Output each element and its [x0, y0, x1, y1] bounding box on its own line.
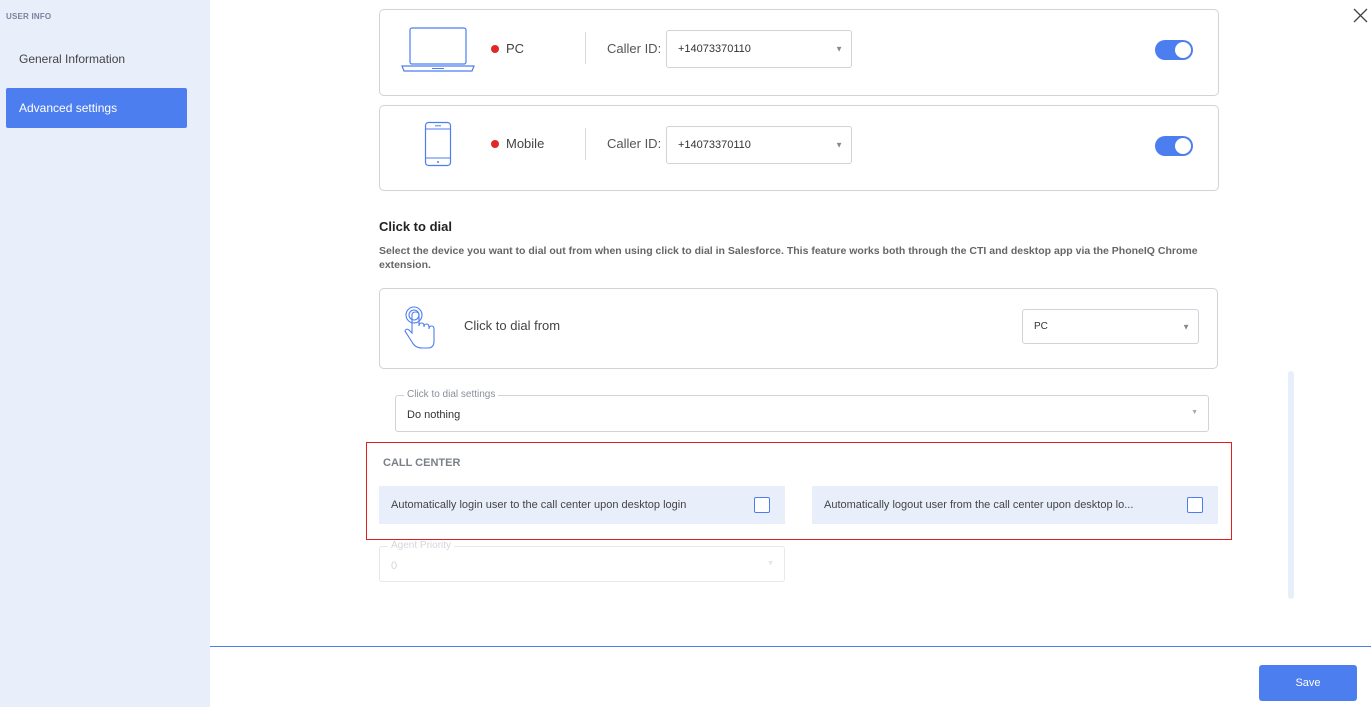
click-to-dial-settings-select[interactable]: Click to dial settings Do nothing ▼ — [395, 389, 1209, 432]
agent-priority-legend: Agent Priority — [388, 540, 455, 551]
auto-login-option[interactable]: Automatically login user to the call cen… — [379, 486, 785, 524]
device-label-pc: PC — [491, 41, 524, 56]
sidebar-item-advanced-settings[interactable]: Advanced settings — [6, 88, 187, 128]
auto-logout-label: Automatically logout user from the call … — [824, 499, 1134, 511]
sidebar: USER INFO General Information Advanced s… — [0, 0, 210, 707]
device-card-pc: PC Caller ID: +14073370110 ▼ — [379, 9, 1219, 96]
click-to-dial-from-select[interactable]: PC ▼ — [1022, 309, 1199, 344]
caret-down-icon: ▼ — [835, 140, 843, 150]
click-to-dial-settings-legend: Click to dial settings — [404, 389, 499, 400]
caret-down-icon: ▼ — [1191, 409, 1198, 416]
tap-finger-icon — [402, 305, 438, 356]
caret-down-icon: ▼ — [835, 44, 843, 54]
click-to-dial-from-label: Click to dial from — [464, 318, 561, 333]
device-name: PC — [506, 41, 525, 56]
call-center-title: CALL CENTER — [383, 457, 461, 469]
scrollbar[interactable] — [1288, 371, 1294, 599]
caller-id-select-pc[interactable]: +14073370110 ▼ — [666, 30, 852, 68]
caret-down-icon: ▼ — [767, 560, 774, 567]
status-dot — [491, 44, 499, 53]
mobile-phone-icon — [424, 121, 452, 172]
click-to-dial-from-value: PC — [1034, 321, 1048, 332]
laptop-icon — [400, 26, 476, 79]
mobile-enable-toggle[interactable] — [1155, 136, 1193, 156]
device-card-mobile: Mobile Caller ID: +14073370110 ▼ — [379, 105, 1219, 191]
save-button[interactable]: Save — [1259, 665, 1357, 701]
divider — [585, 32, 586, 64]
agent-priority-value: 0 — [391, 560, 398, 572]
caller-id-label: Caller ID: — [607, 41, 662, 56]
click-to-dial-card: Click to dial from PC ▼ — [379, 288, 1218, 369]
caller-id-select-mobile[interactable]: +14073370110 ▼ — [666, 126, 852, 164]
auto-login-checkbox[interactable] — [754, 497, 770, 513]
footer-divider — [210, 646, 1371, 647]
close-icon[interactable] — [1351, 6, 1371, 26]
toggle-knob — [1175, 138, 1191, 154]
sidebar-item-general-information[interactable]: General Information — [6, 39, 187, 79]
agent-priority-select: Agent Priority 0 ▼ — [379, 540, 785, 582]
caller-id-label: Caller ID: — [607, 136, 662, 151]
caller-id-value: +14073370110 — [678, 139, 751, 151]
caret-down-icon: ▼ — [1182, 322, 1190, 331]
pc-enable-toggle[interactable] — [1155, 40, 1193, 60]
sidebar-title: USER INFO — [6, 12, 52, 21]
caller-id-value: +14073370110 — [678, 43, 751, 55]
auto-logout-option[interactable]: Automatically logout user from the call … — [812, 486, 1218, 524]
divider — [585, 128, 586, 160]
toggle-knob — [1175, 42, 1191, 58]
click-to-dial-settings-value: Do nothing — [407, 409, 461, 421]
status-dot — [491, 139, 499, 148]
auto-login-label: Automatically login user to the call cen… — [391, 499, 687, 511]
auto-logout-checkbox[interactable] — [1187, 497, 1203, 513]
click-to-dial-description: Select the device you want to dial out f… — [379, 245, 1198, 271]
click-to-dial-heading: Click to dial — [379, 219, 452, 234]
device-label-mobile: Mobile — [491, 136, 544, 151]
device-name: Mobile — [506, 136, 545, 151]
